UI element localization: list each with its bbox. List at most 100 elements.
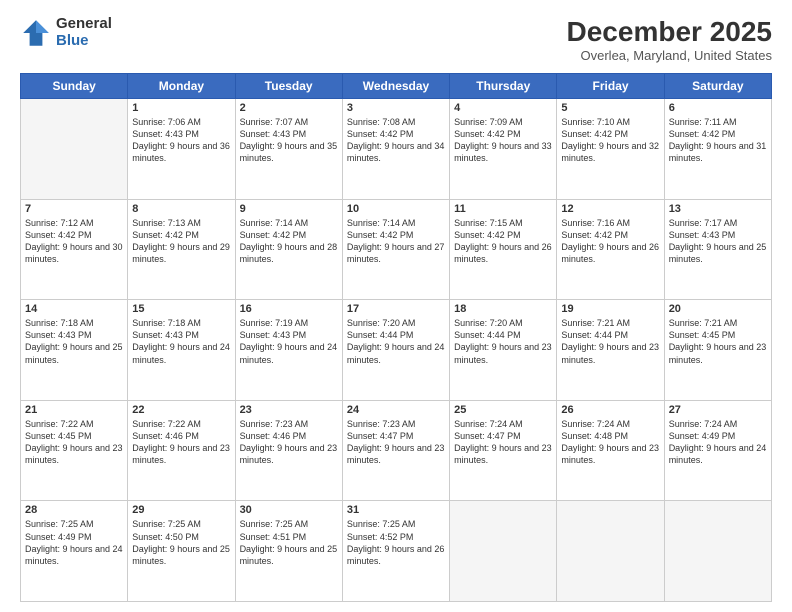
- day-info: Sunrise: 7:25 AMSunset: 4:52 PMDaylight:…: [347, 518, 445, 567]
- day-number: 10: [347, 203, 445, 215]
- day-number: 20: [669, 303, 767, 315]
- day-info: Sunrise: 7:15 AMSunset: 4:42 PMDaylight:…: [454, 217, 552, 266]
- day-number: 1: [132, 102, 230, 114]
- page: General Blue December 2025 Overlea, Mary…: [0, 0, 792, 612]
- title-block: December 2025 Overlea, Maryland, United …: [567, 16, 772, 63]
- calendar-cell: 18 Sunrise: 7:20 AMSunset: 4:44 PMDayligh…: [450, 300, 557, 401]
- day-number: 28: [25, 504, 123, 516]
- day-number: 19: [561, 303, 659, 315]
- day-number: 27: [669, 404, 767, 416]
- day-info: Sunrise: 7:22 AMSunset: 4:45 PMDaylight:…: [25, 418, 123, 467]
- day-number: 18: [454, 303, 552, 315]
- calendar-cell: 24Sunrise: 7:23 AMSunset: 4:47 PMDayligh…: [342, 400, 449, 501]
- calendar-cell: 7Sunrise: 7:12 AMSunset: 4:42 PMDaylight…: [21, 199, 128, 300]
- day-number: 30: [240, 504, 338, 516]
- day-info: Sunrise: 7:24 AMSunset: 4:49 PMDaylight:…: [669, 418, 767, 467]
- day-number: 24: [347, 404, 445, 416]
- calendar-cell: 12 Sunrise: 7:16 AMSunset: 4:42 PMDayligh…: [557, 199, 664, 300]
- calendar-cell: [664, 501, 771, 602]
- calendar-week-row: 7Sunrise: 7:12 AMSunset: 4:42 PMDaylight…: [21, 199, 772, 300]
- day-number: 11: [454, 203, 552, 215]
- calendar-cell: 21 Sunrise: 7:22 AMSunset: 4:45 PMDayligh…: [21, 400, 128, 501]
- calendar-week-row: 1Sunrise: 7:06 AMSunset: 4:43 PMDaylight…: [21, 99, 772, 200]
- day-info: Sunrise: 7:24 AMSunset: 4:47 PMDaylight:…: [454, 418, 552, 467]
- day-number: 5: [561, 102, 659, 114]
- day-info: Sunrise: 7:23 AMSunset: 4:46 PMDaylight:…: [240, 418, 338, 467]
- day-number: 12: [561, 203, 659, 215]
- calendar-cell: [557, 501, 664, 602]
- calendar-cell: 25 Sunrise: 7:24 AMSunset: 4:47 PMDayligh…: [450, 400, 557, 501]
- day-info: Sunrise: 7:25 AMSunset: 4:49 PMDaylight:…: [25, 518, 123, 567]
- calendar-cell: 20 Sunrise: 7:21 AMSunset: 4:45 PMDayligh…: [664, 300, 771, 401]
- day-number: 26: [561, 404, 659, 416]
- day-of-week-header: Thursday: [450, 74, 557, 99]
- day-number: 2: [240, 102, 338, 114]
- logo: General Blue: [20, 16, 112, 49]
- calendar-cell: 3 Sunrise: 7:08 AMSunset: 4:42 PMDaylight…: [342, 99, 449, 200]
- day-of-week-header: Saturday: [664, 74, 771, 99]
- subtitle: Overlea, Maryland, United States: [567, 48, 772, 63]
- calendar-cell: 22 Sunrise: 7:22 AMSunset: 4:46 PMDayligh…: [128, 400, 235, 501]
- day-number: 17: [347, 303, 445, 315]
- month-title: December 2025: [567, 16, 772, 48]
- day-info: Sunrise: 7:14 AMSunset: 4:42 PMDaylight:…: [240, 217, 338, 266]
- day-info: Sunrise: 7:09 AMSunset: 4:42 PMDaylight:…: [454, 116, 552, 165]
- header: General Blue December 2025 Overlea, Mary…: [20, 16, 772, 63]
- day-info: Sunrise: 7:07 AMSunset: 4:43 PMDaylight:…: [240, 116, 338, 165]
- day-of-week-header: Friday: [557, 74, 664, 99]
- day-info: Sunrise: 7:25 AMSunset: 4:51 PMDaylight:…: [240, 518, 338, 567]
- day-number: 3: [347, 102, 445, 114]
- calendar-week-row: 28 Sunrise: 7:25 AMSunset: 4:49 PMDayligh…: [21, 501, 772, 602]
- calendar-cell: 28 Sunrise: 7:25 AMSunset: 4:49 PMDayligh…: [21, 501, 128, 602]
- calendar-cell: 2 Sunrise: 7:07 AMSunset: 4:43 PMDaylight…: [235, 99, 342, 200]
- day-info: Sunrise: 7:08 AMSunset: 4:42 PMDaylight:…: [347, 116, 445, 165]
- day-number: 25: [454, 404, 552, 416]
- logo-general-text: General: [56, 16, 112, 33]
- calendar-cell: 31 Sunrise: 7:25 AMSunset: 4:52 PMDayligh…: [342, 501, 449, 602]
- calendar-cell: 8Sunrise: 7:13 AMSunset: 4:42 PMDaylight…: [128, 199, 235, 300]
- day-number: 15: [132, 303, 230, 315]
- day-number: 31: [347, 504, 445, 516]
- calendar-cell: 17 Sunrise: 7:20 AMSunset: 4:44 PMDayligh…: [342, 300, 449, 401]
- calendar-cell: 26 Sunrise: 7:24 AMSunset: 4:48 PMDayligh…: [557, 400, 664, 501]
- day-info: Sunrise: 7:18 AMSunset: 4:43 PMDaylight:…: [25, 317, 123, 366]
- calendar-cell: 23 Sunrise: 7:23 AMSunset: 4:46 PMDayligh…: [235, 400, 342, 501]
- day-info: Sunrise: 7:19 AMSunset: 4:43 PMDaylight:…: [240, 317, 338, 366]
- day-of-week-header: Monday: [128, 74, 235, 99]
- day-number: 29: [132, 504, 230, 516]
- calendar-cell: 5Sunrise: 7:10 AMSunset: 4:42 PMDaylight…: [557, 99, 664, 200]
- day-info: Sunrise: 7:14 AMSunset: 4:42 PMDaylight:…: [347, 217, 445, 266]
- calendar-header-row: SundayMondayTuesdayWednesdayThursdayFrid…: [21, 74, 772, 99]
- day-number: 13: [669, 203, 767, 215]
- calendar-cell: 11 Sunrise: 7:15 AMSunset: 4:42 PMDayligh…: [450, 199, 557, 300]
- day-info: Sunrise: 7:17 AMSunset: 4:43 PMDaylight:…: [669, 217, 767, 266]
- calendar-cell: 10 Sunrise: 7:14 AMSunset: 4:42 PMDayligh…: [342, 199, 449, 300]
- calendar-cell: 4 Sunrise: 7:09 AMSunset: 4:42 PMDaylight…: [450, 99, 557, 200]
- day-info: Sunrise: 7:25 AMSunset: 4:50 PMDaylight:…: [132, 518, 230, 567]
- day-of-week-header: Tuesday: [235, 74, 342, 99]
- calendar-cell: 15 Sunrise: 7:18 AMSunset: 4:43 PMDayligh…: [128, 300, 235, 401]
- day-number: 23: [240, 404, 338, 416]
- day-number: 22: [132, 404, 230, 416]
- day-number: 16: [240, 303, 338, 315]
- calendar-cell: 9 Sunrise: 7:14 AMSunset: 4:42 PMDaylight…: [235, 199, 342, 300]
- day-info: Sunrise: 7:20 AMSunset: 4:44 PMDaylight:…: [347, 317, 445, 366]
- calendar-cell: 27 Sunrise: 7:24 AMSunset: 4:49 PMDayligh…: [664, 400, 771, 501]
- calendar: SundayMondayTuesdayWednesdayThursdayFrid…: [20, 73, 772, 602]
- calendar-cell: 16 Sunrise: 7:19 AMSunset: 4:43 PMDayligh…: [235, 300, 342, 401]
- calendar-cell: 1Sunrise: 7:06 AMSunset: 4:43 PMDaylight…: [128, 99, 235, 200]
- day-number: 9: [240, 203, 338, 215]
- day-info: Sunrise: 7:24 AMSunset: 4:48 PMDaylight:…: [561, 418, 659, 467]
- day-info: Sunrise: 7:21 AMSunset: 4:45 PMDaylight:…: [669, 317, 767, 366]
- day-info: Sunrise: 7:22 AMSunset: 4:46 PMDaylight:…: [132, 418, 230, 467]
- day-info: Sunrise: 7:16 AMSunset: 4:42 PMDaylight:…: [561, 217, 659, 266]
- day-info: Sunrise: 7:18 AMSunset: 4:43 PMDaylight:…: [132, 317, 230, 366]
- day-number: 21: [25, 404, 123, 416]
- calendar-cell: 29 Sunrise: 7:25 AMSunset: 4:50 PMDayligh…: [128, 501, 235, 602]
- calendar-cell: [21, 99, 128, 200]
- day-number: 7: [25, 203, 123, 215]
- day-number: 14: [25, 303, 123, 315]
- day-number: 4: [454, 102, 552, 114]
- day-info: Sunrise: 7:20 AMSunset: 4:44 PMDaylight:…: [454, 317, 552, 366]
- day-of-week-header: Sunday: [21, 74, 128, 99]
